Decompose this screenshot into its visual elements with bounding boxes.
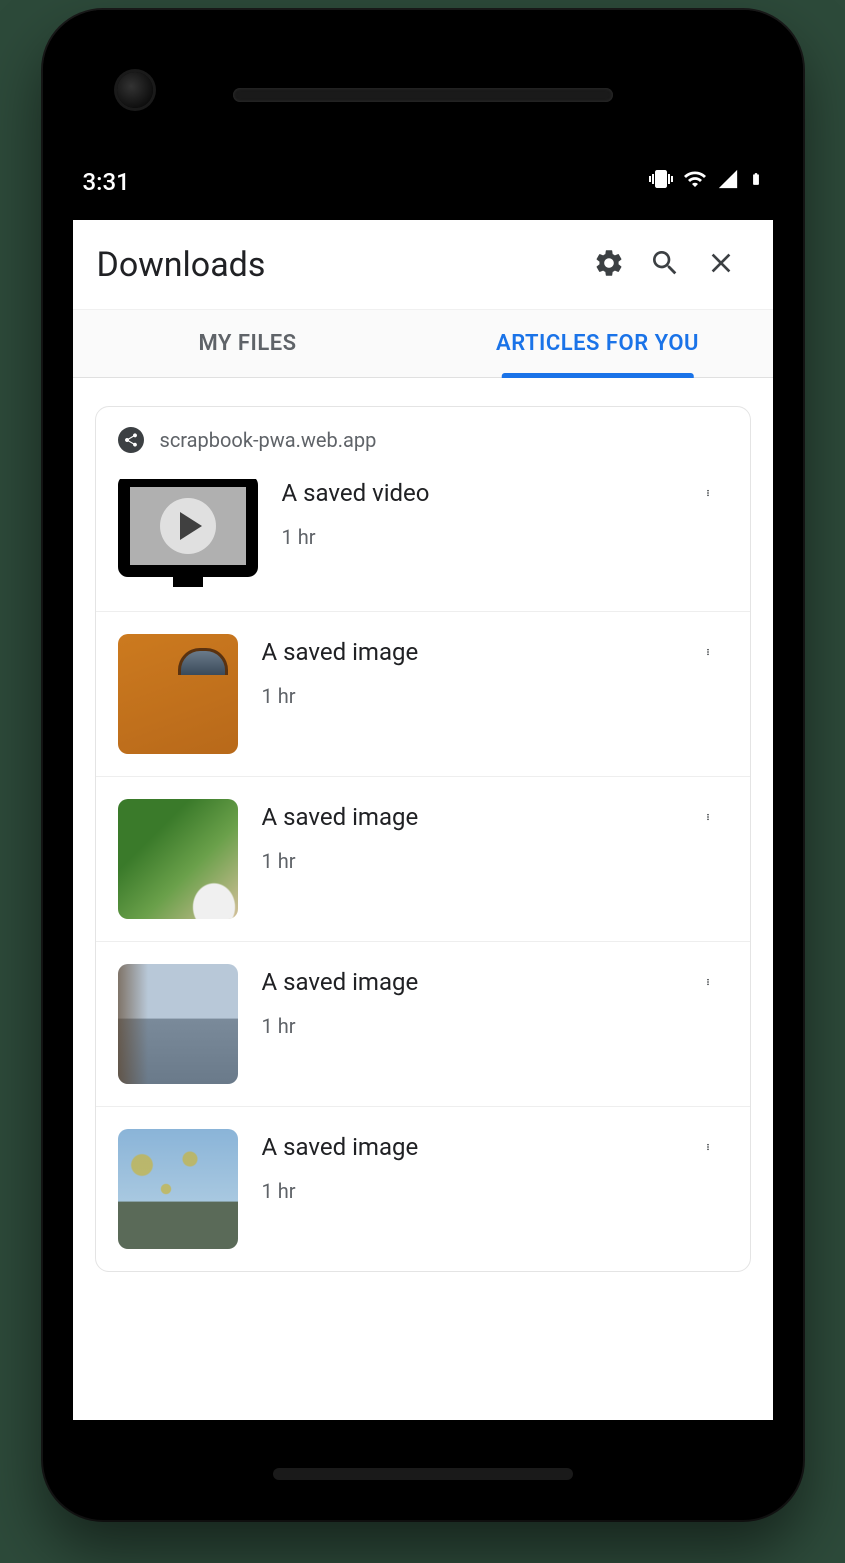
search-icon [649,247,681,283]
more-vert-icon [704,803,712,835]
front-camera [117,72,153,108]
item-menu-button[interactable] [688,634,728,670]
battery-icon [749,167,763,197]
image-thumbnail [118,634,238,754]
gear-icon [593,247,625,283]
image-thumbnail [118,964,238,1084]
source-host: scrapbook-pwa.web.app [160,428,377,452]
item-menu-button[interactable] [688,475,728,511]
item-time: 1 hr [262,1179,664,1203]
more-vert-icon [704,638,712,670]
item-title: A saved image [262,803,664,831]
tab-articles-for-you[interactable]: ARTICLES FOR YOU [423,310,773,377]
more-vert-icon [704,479,712,511]
tab-my-files[interactable]: MY FILES [73,310,423,377]
more-vert-icon [704,1133,712,1165]
earpiece [233,88,613,102]
image-thumbnail [118,1129,238,1249]
list-item[interactable]: A saved image 1 hr [96,776,750,941]
close-icon [705,247,737,283]
item-menu-button[interactable] [688,799,728,835]
item-title: A saved image [262,638,664,666]
settings-button[interactable] [581,237,637,293]
vibrate-icon [649,167,673,197]
status-time: 3:31 [83,168,130,196]
phone-bezel-top: 3:31 [43,10,803,220]
image-thumbnail [118,799,238,919]
app-screen: Downloads MY FILES ARTICLES FOR YOU [73,220,773,1420]
more-vert-icon [704,968,712,1000]
item-time: 1 hr [282,525,664,549]
item-time: 1 hr [262,849,664,873]
close-button[interactable] [693,237,749,293]
card-source-row: scrapbook-pwa.web.app [96,407,750,461]
list-item[interactable]: A saved image 1 hr [96,941,750,1106]
list-item[interactable]: A saved image 1 hr [96,611,750,776]
item-menu-button[interactable] [688,964,728,1000]
item-menu-button[interactable] [688,1129,728,1165]
wifi-icon [683,167,707,197]
app-header: Downloads [73,220,773,310]
share-icon [118,427,144,453]
list-item[interactable]: A saved video 1 hr [96,461,750,611]
source-card: scrapbook-pwa.web.app A saved video [95,406,751,1272]
phone-speaker [273,1468,573,1480]
item-title: A saved image [262,968,664,996]
tab-bar: MY FILES ARTICLES FOR YOU [73,310,773,378]
item-time: 1 hr [262,1014,664,1038]
search-button[interactable] [637,237,693,293]
item-time: 1 hr [262,684,664,708]
phone-frame: 3:31 Downloads [43,10,803,1520]
list-item[interactable]: A saved image 1 hr [96,1106,750,1271]
item-title: A saved image [262,1133,664,1161]
video-thumbnail [118,479,258,589]
status-bar: 3:31 [43,162,803,202]
content-area[interactable]: scrapbook-pwa.web.app A saved video [73,378,773,1420]
signal-icon [717,168,739,196]
page-title: Downloads [97,245,581,285]
item-title: A saved video [282,479,664,507]
